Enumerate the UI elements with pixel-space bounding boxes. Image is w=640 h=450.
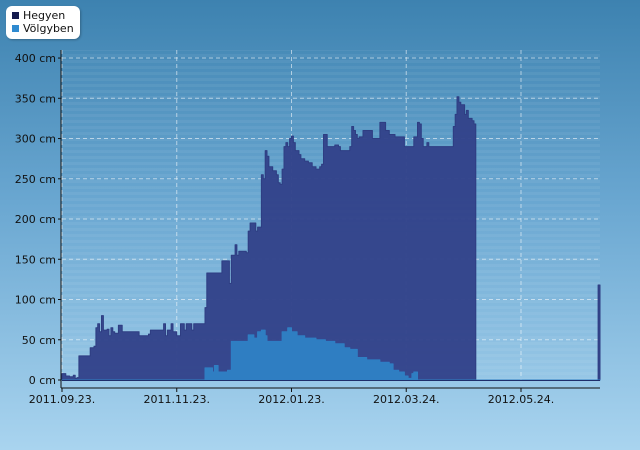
legend-label-series-1: Hegyen: [23, 9, 66, 22]
legend-label-series-2: Völgyben: [23, 22, 74, 35]
y-tick-label-1: 50 cm: [22, 334, 56, 347]
y-tick-label-7: 350 cm: [15, 92, 56, 105]
x-tick-label-4: 2012.05.24.: [488, 393, 554, 406]
y-tick-label-5: 250 cm: [15, 173, 56, 186]
y-tick-label-3: 150 cm: [15, 253, 56, 266]
legend-swatch-series-1: [12, 12, 19, 19]
legend-item-series-1: Hegyen: [12, 9, 74, 22]
legend-swatch-series-2: [12, 25, 19, 32]
x-tick-label-3: 2012.03.24.: [373, 393, 439, 406]
legend-item-series-2: Völgyben: [12, 22, 74, 35]
x-tick-label-1: 2011.11.23.: [144, 393, 210, 406]
y-tick-label-4: 200 cm: [15, 213, 56, 226]
y-tick-label-2: 100 cm: [15, 294, 56, 307]
x-tick-label-2: 2012.01.23.: [258, 393, 324, 406]
y-tick-label-0: 0 cm: [29, 374, 56, 387]
y-tick-label-6: 300 cm: [15, 133, 56, 146]
chart-svg: 0 cm 50 cm 100 cm 150 cm 200 cm 250 cm 300 cm 3…: [15, 50, 601, 406]
y-tick-label-8: 400 cm: [15, 52, 56, 65]
legend: Hegyen Völgyben: [6, 6, 80, 39]
chart-root: 0 cm 50 cm 100 cm 150 cm 200 cm 250 cm 300 cm 3…: [0, 0, 640, 450]
x-tick-label-0: 2011.09.23.: [29, 393, 95, 406]
